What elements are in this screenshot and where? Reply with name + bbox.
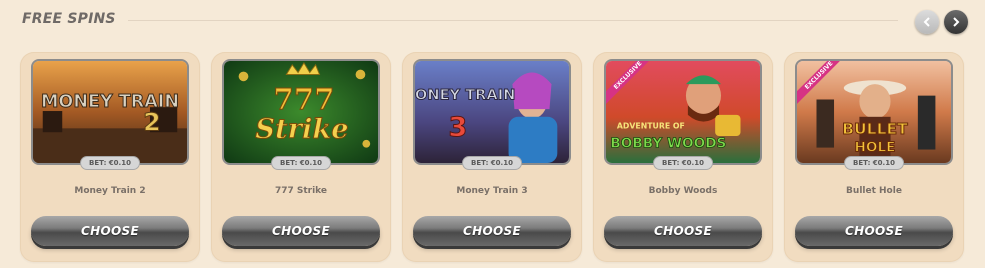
art-subtitle: 2	[143, 107, 161, 136]
bet-badge: BET: €0.10	[462, 156, 522, 170]
game-card[interactable]: MONEY TRAIN 3 BET: €0.10 Money Train 3 C…	[402, 52, 582, 262]
exclusive-ribbon: EXCLUSIVE	[797, 61, 853, 117]
game-thumbnail[interactable]: BULLET HOLE EXCLUSIVE	[795, 59, 953, 165]
exclusive-ribbon: EXCLUSIVE	[606, 61, 662, 117]
game-card[interactable]: 777 Strike BET: €0.10 777 Strike CHOOSE	[211, 52, 391, 262]
game-name: 777 Strike	[274, 186, 328, 196]
choose-button[interactable]: CHOOSE	[604, 216, 762, 246]
game-thumbnail[interactable]: ADVENTURE OF BOBBY WOODS EXCLUSIVE	[604, 59, 762, 165]
bet-badge: BET: €0.10	[80, 156, 140, 170]
art-title: MONEY TRAIN	[415, 88, 515, 104]
game-name: Bobby Woods	[648, 186, 718, 196]
art-subtitle: BOBBY WOODS	[610, 136, 726, 152]
game-card[interactable]: BULLET HOLE EXCLUSIVE BET: €0.10 Bullet …	[784, 52, 964, 262]
game-cards: MONEY TRAIN 2 BET: €0.10 Money Train 2 C…	[0, 0, 985, 268]
choose-button[interactable]: CHOOSE	[795, 216, 953, 246]
art-title: ADVENTURE OF	[617, 121, 685, 130]
game-name: Money Train 2	[74, 186, 146, 196]
art-title: BULLET	[842, 120, 908, 138]
art-subtitle: 3	[448, 112, 467, 143]
game-card[interactable]: ADVENTURE OF BOBBY WOODS EXCLUSIVE BET: …	[593, 52, 773, 262]
game-thumbnail[interactable]: MONEY TRAIN 3	[413, 59, 571, 165]
choose-button[interactable]: CHOOSE	[413, 216, 571, 246]
game-card[interactable]: MONEY TRAIN 2 BET: €0.10 Money Train 2 C…	[20, 52, 200, 262]
choose-button[interactable]: CHOOSE	[222, 216, 380, 246]
art-subtitle: Strike	[255, 114, 348, 145]
bet-badge: BET: €0.10	[271, 156, 331, 170]
choose-button[interactable]: CHOOSE	[31, 216, 189, 246]
game-name: Bullet Hole	[846, 186, 902, 196]
game-thumbnail[interactable]: MONEY TRAIN 2	[31, 59, 189, 165]
bet-badge: BET: €0.10	[844, 156, 904, 170]
game-thumbnail[interactable]: 777 Strike	[222, 59, 380, 165]
art-title: 777	[273, 82, 334, 116]
game-name: Money Train 3	[456, 186, 528, 196]
art-subtitle: HOLE	[854, 140, 895, 156]
bet-badge: BET: €0.10	[653, 156, 713, 170]
